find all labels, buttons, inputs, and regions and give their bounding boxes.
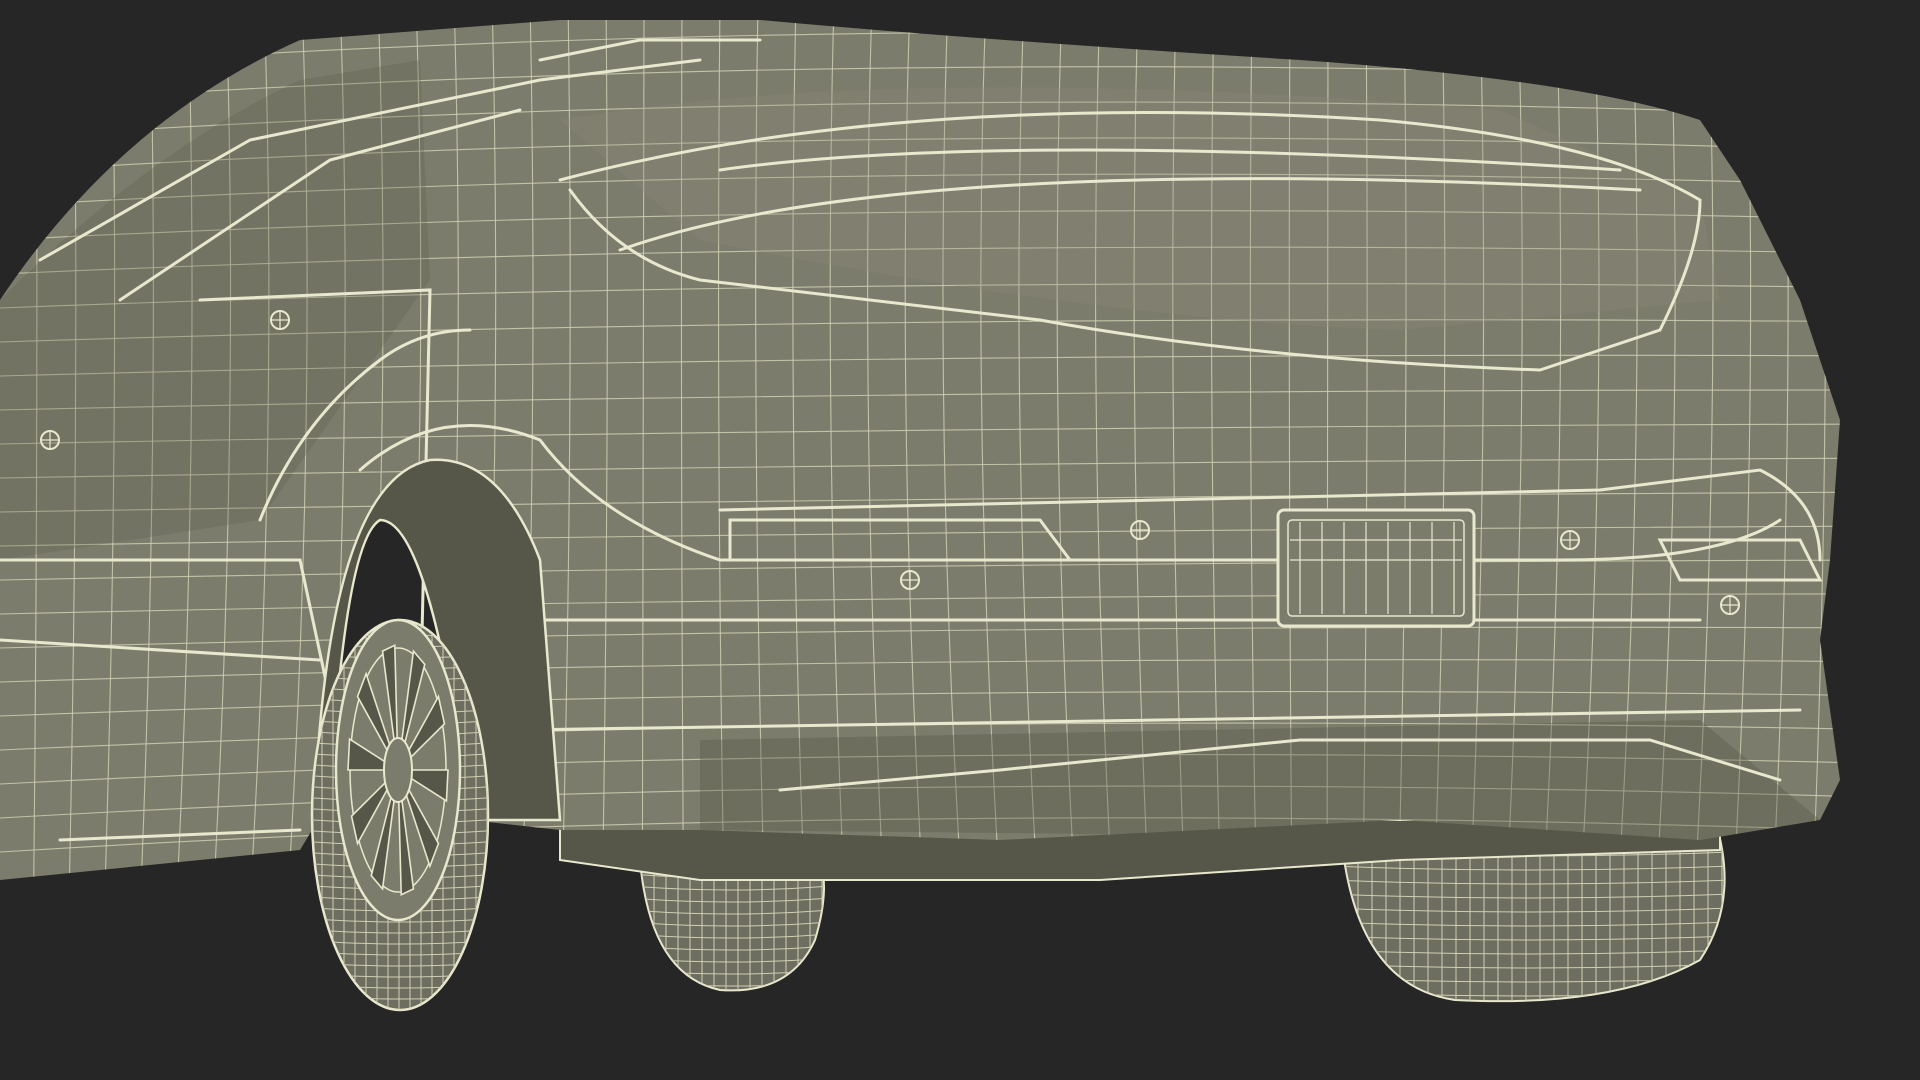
front-left-wheel-rim	[334, 618, 462, 922]
render-viewport	[0, 0, 1920, 1080]
license-plate	[1276, 508, 1476, 628]
license-plate-frame	[1276, 508, 1476, 628]
car-wireframe-render	[0, 20, 1840, 1012]
